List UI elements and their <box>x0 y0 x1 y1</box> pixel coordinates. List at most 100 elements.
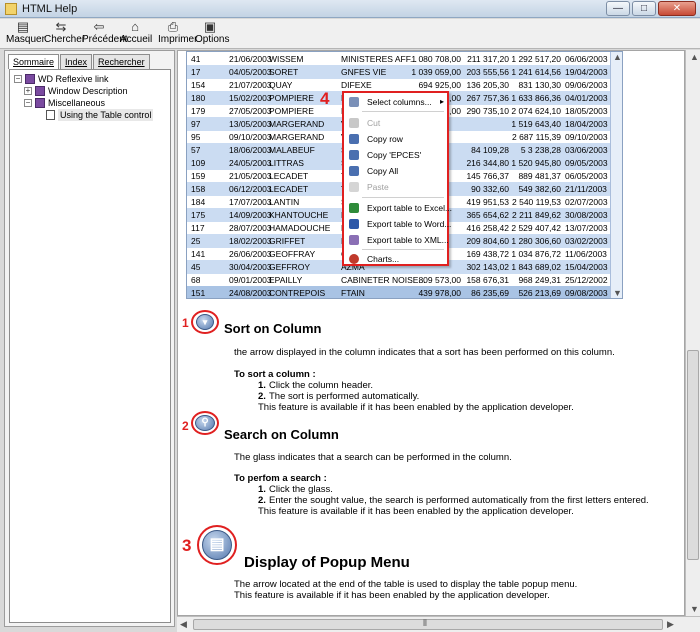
search-step-1: Click the glass. <box>269 484 333 495</box>
tree-node-using-table-control[interactable]: Using the Table control <box>10 109 170 121</box>
tab-rechercher[interactable]: Rechercher <box>93 54 150 69</box>
menu-item-select-columns[interactable]: Select columns... ▸ <box>347 95 446 109</box>
cell-date: 27/05/2003 <box>229 106 272 116</box>
popup-menu-arrow-icon[interactable]: ▼ <box>613 288 622 298</box>
tree-node-miscellaneous[interactable]: − Miscellaneous <box>10 97 170 109</box>
menu-item-copy-cell[interactable]: Copy 'EPCES' <box>347 148 446 162</box>
cell-due-date: 19/04/2003 <box>565 67 608 77</box>
cell-date: 15/02/2003 <box>229 93 272 103</box>
cell-amount-ttc: 2 529 407,42 <box>511 223 561 233</box>
close-button[interactable]: ✕ <box>658 1 696 16</box>
cell-id: 159 <box>191 171 206 181</box>
cell-amount-ttc: 1 280 306,60 <box>511 236 561 246</box>
step-number: 1. <box>258 484 266 495</box>
maximize-button[interactable]: □ <box>632 1 656 16</box>
cell-company: MINISTERES AFF... <box>341 54 418 64</box>
cell-id: 184 <box>191 197 206 207</box>
menu-item-cut[interactable]: Cut <box>347 116 446 130</box>
cell-tva: 90 332,60 <box>471 184 509 194</box>
cell-id: 17 <box>191 67 201 77</box>
table-row[interactable]: 68 09/01/2003 EPAILLY CABINETER NOISE... 809… <box>187 273 611 287</box>
cell-amount-ttc: 2 540 119,53 <box>512 197 561 207</box>
table-row[interactable]: 17 04/05/2003 SORET GNFES VIE 1 039 059,00 20… <box>187 65 611 79</box>
cell-tva: 158 676,31 <box>466 275 509 285</box>
cell-date: 09/01/2003 <box>229 275 272 285</box>
table-row[interactable]: 41 21/06/2003 WISSEM MINISTERES AFF... 1 080… <box>187 52 611 66</box>
horizontal-scroll-thumb[interactable] <box>193 619 663 630</box>
content-horizontal-scrollbar[interactable]: ◀ ⦀ ▶ <box>177 616 700 632</box>
scroll-down-icon[interactable]: ▼ <box>690 604 699 614</box>
scroll-grip-icon: ⦀ <box>423 618 427 628</box>
expand-toggle[interactable]: + <box>24 87 32 95</box>
cell-name: QUAY <box>269 80 293 90</box>
sort-howto-title: To sort a column : <box>234 369 316 380</box>
cell-date: 26/06/2003 <box>229 249 272 259</box>
content-vertical-scrollbar[interactable]: ▲ ▼ <box>685 50 700 616</box>
tree-node-window-description[interactable]: + Window Description <box>10 85 170 97</box>
cell-date: 09/10/2003 <box>229 132 272 142</box>
cell-amount-ttc: 1 843 689,02 <box>511 262 561 272</box>
cell-id: 41 <box>191 54 201 64</box>
tab-index[interactable]: Index <box>60 54 93 69</box>
menu-item-export-excel[interactable]: Export table to Excel... <box>347 201 452 215</box>
cell-id: 151 <box>191 288 206 298</box>
popup-note: This feature is available if it has been… <box>234 590 550 601</box>
page-icon <box>46 110 55 120</box>
cell-tva: 145 766,37 <box>466 171 509 181</box>
cell-tva: 419 951,53 <box>466 197 509 207</box>
scroll-right-icon[interactable]: ▶ <box>667 619 674 630</box>
collapse-toggle[interactable]: − <box>24 99 32 107</box>
cell-amount-ttc: 1 034 876,72 <box>511 249 561 259</box>
cell-amount-ht: 694 925,00 <box>418 80 461 90</box>
columns-icon <box>349 97 359 107</box>
cell-id: 109 <box>191 158 206 168</box>
cell-tva: 211 317,20 <box>467 54 509 64</box>
tab-sommaire[interactable]: Sommaire <box>8 54 60 69</box>
table-row[interactable]: 154 21/07/2003 QUAY DIFEXE 694 925,00 136 205… <box>187 78 611 92</box>
minimize-button[interactable]: — <box>606 1 630 16</box>
cell-id: 95 <box>191 132 201 142</box>
cell-date: 13/05/2003 <box>229 119 272 129</box>
hide-button[interactable]: ▤ Masquer <box>6 20 45 48</box>
menu-separator <box>362 197 444 198</box>
cell-due-date: 09/06/2003 <box>565 80 608 90</box>
cell-date: 30/04/2003 <box>229 262 272 272</box>
table-scrollbar[interactable]: ▲ ▼ <box>610 52 622 298</box>
cell-name: LANTIN <box>269 197 300 207</box>
scroll-left-icon[interactable]: ◀ <box>180 619 187 630</box>
print-button[interactable]: ⎙ Imprimer <box>158 19 197 48</box>
menu-item-paste[interactable]: Paste <box>347 180 446 194</box>
vertical-scroll-thumb[interactable] <box>687 350 699 560</box>
menu-item-export-word[interactable]: Export table to Word... <box>347 217 451 231</box>
step-number: 1. <box>258 380 266 391</box>
cell-id: 180 <box>191 93 206 103</box>
options-button[interactable]: ▣ Options <box>195 20 229 48</box>
home-button[interactable]: ⌂ Accueil <box>120 20 152 48</box>
tree-node-wd-reflexive-link[interactable]: − WD Reflexive link <box>10 73 170 85</box>
cell-due-date: 25/12/2002 <box>565 275 608 285</box>
cell-name: WISSEM <box>269 54 304 64</box>
table-row[interactable]: 151 24/08/2003 CONTREPOIS FTAIN 439 978,00 86… <box>187 286 611 298</box>
cell-id: 175 <box>191 210 206 220</box>
popup-menu-icon: ▤ <box>202 530 232 560</box>
collapse-toggle[interactable]: − <box>14 75 22 83</box>
menu-item-copy-row[interactable]: Copy row <box>347 132 446 146</box>
cell-amount-ttc: 1 292 517,20 <box>511 54 561 64</box>
search-howto-title: To perfom a search : <box>234 473 327 484</box>
scroll-up-icon[interactable]: ▲ <box>690 52 699 62</box>
locate-button[interactable]: ⇆ Chercher <box>44 20 85 48</box>
menu-item-export-xml[interactable]: Export table to XML... <box>347 233 449 247</box>
scroll-up-icon[interactable]: ▲ <box>613 52 622 62</box>
back-icon: ⇦ <box>93 19 105 34</box>
cell-name: MARGERAND <box>269 132 325 142</box>
cell-name: CONTREPOIS <box>269 288 326 298</box>
cell-tva: 84 109,28 <box>471 145 509 155</box>
menu-item-charts[interactable]: Charts... <box>347 252 446 266</box>
menu-item-copy-all[interactable]: Copy All <box>347 164 446 178</box>
cell-company: GNFES VIE <box>341 67 387 77</box>
word-icon <box>349 219 359 229</box>
cell-date: 04/05/2003 <box>229 67 272 77</box>
back-button[interactable]: ⇦ Précédent <box>82 19 128 48</box>
print-icon: ⎙ <box>167 19 179 34</box>
cell-id: 57 <box>191 145 201 155</box>
